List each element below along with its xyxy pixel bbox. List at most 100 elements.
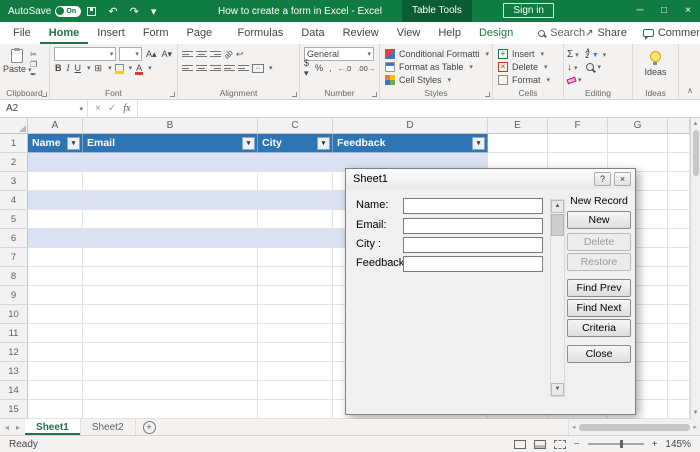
cell[interactable] bbox=[83, 248, 258, 267]
sheet-tab-sheet2[interactable]: Sheet2 bbox=[81, 419, 136, 435]
row-header-12[interactable]: 12 bbox=[0, 343, 28, 362]
row-header-4[interactable]: 4 bbox=[0, 191, 28, 210]
underline-button[interactable]: U bbox=[74, 63, 83, 73]
zoom-out-button[interactable]: − bbox=[574, 439, 580, 450]
row-header-9[interactable]: 9 bbox=[0, 286, 28, 305]
maximize-button[interactable]: □ bbox=[652, 0, 676, 22]
bold-button[interactable]: B bbox=[54, 63, 63, 73]
insert-function-icon[interactable]: fx bbox=[123, 103, 130, 114]
font-name-select[interactable]: ▾ bbox=[54, 47, 116, 61]
scroll-left-icon[interactable]: ◂ bbox=[572, 423, 576, 431]
format-painter-icon[interactable]: ✒ bbox=[30, 70, 37, 79]
font-size-select[interactable]: ▾ bbox=[119, 47, 142, 61]
sheet-nav-right-icon[interactable]: ▸ bbox=[16, 423, 20, 432]
close-button[interactable]: × bbox=[676, 0, 700, 22]
clipboard-dialog-launcher-icon[interactable] bbox=[42, 92, 47, 97]
cell[interactable] bbox=[28, 362, 83, 381]
cell-styles-button[interactable]: Cell Styles▾ bbox=[383, 73, 489, 86]
cell[interactable] bbox=[668, 286, 690, 305]
decrease-decimal-button[interactable]: .00→ bbox=[357, 64, 375, 73]
tab-data[interactable]: Data bbox=[292, 22, 333, 44]
insert-cells-button[interactable]: + Insert▾ bbox=[496, 47, 560, 60]
row-header-6[interactable]: 6 bbox=[0, 229, 28, 248]
number-format-select[interactable]: General▾ bbox=[304, 47, 374, 61]
collapse-ribbon-icon[interactable]: ∧ bbox=[687, 86, 693, 95]
dialog-title-bar[interactable]: Sheet1 ? × bbox=[346, 169, 635, 189]
record-scroll-thumb[interactable] bbox=[551, 214, 564, 236]
column-header-partial[interactable] bbox=[668, 118, 690, 134]
cell[interactable] bbox=[668, 191, 690, 210]
record-scroll-up-icon[interactable]: ▲ bbox=[551, 200, 564, 213]
feedback-field[interactable] bbox=[403, 256, 543, 272]
cell[interactable] bbox=[668, 210, 690, 229]
row-header-13[interactable]: 13 bbox=[0, 362, 28, 381]
tab-page-layout[interactable]: Page Layout bbox=[177, 22, 228, 44]
column-header-G[interactable]: G bbox=[608, 118, 668, 134]
scroll-right-icon[interactable]: ▸ bbox=[693, 423, 697, 431]
record-scroll-down-icon[interactable]: ▼ bbox=[551, 383, 564, 396]
row-header-11[interactable]: 11 bbox=[0, 324, 28, 343]
table-header-cell[interactable]: Email▾ bbox=[83, 134, 258, 153]
zoom-slider-thumb[interactable] bbox=[620, 440, 623, 448]
cell[interactable] bbox=[258, 229, 333, 248]
fill-color-dropdown-icon[interactable]: ▾ bbox=[129, 64, 133, 72]
font-dialog-launcher-icon[interactable] bbox=[170, 92, 175, 97]
cell[interactable] bbox=[258, 286, 333, 305]
city-field[interactable] bbox=[403, 237, 543, 253]
accounting-format-button[interactable]: $ ▾ bbox=[304, 58, 309, 79]
font-color-button[interactable]: A bbox=[135, 63, 143, 73]
format-cells-button[interactable]: Format▾ bbox=[496, 73, 560, 86]
cell[interactable] bbox=[83, 343, 258, 362]
cell[interactable] bbox=[83, 381, 258, 400]
redo-icon[interactable]: ↷ bbox=[130, 5, 139, 18]
cell[interactable] bbox=[83, 362, 258, 381]
cell[interactable] bbox=[258, 248, 333, 267]
cell[interactable] bbox=[668, 248, 690, 267]
cell[interactable] bbox=[258, 172, 333, 191]
cell[interactable] bbox=[258, 153, 333, 172]
row-header-15[interactable]: 15 bbox=[0, 400, 28, 419]
tab-insert[interactable]: Insert bbox=[88, 22, 134, 44]
select-all-corner[interactable] bbox=[0, 118, 28, 134]
enter-icon[interactable]: ✓ bbox=[108, 103, 116, 114]
cell[interactable] bbox=[668, 172, 690, 191]
tab-design[interactable]: Design bbox=[470, 22, 522, 44]
name-box[interactable]: A2 ▾ bbox=[0, 100, 88, 117]
cell[interactable] bbox=[83, 191, 258, 210]
align-left-button[interactable] bbox=[182, 64, 193, 73]
horizontal-scrollbar[interactable]: ◂ ▸ bbox=[568, 419, 700, 435]
cell[interactable] bbox=[668, 343, 690, 362]
filter-dropdown-button[interactable]: ▾ bbox=[317, 137, 330, 150]
cell[interactable] bbox=[258, 362, 333, 381]
criteria-button[interactable]: Criteria bbox=[567, 319, 631, 337]
cut-icon[interactable]: ✂ bbox=[30, 50, 37, 59]
wrap-text-button[interactable]: ↩ bbox=[236, 49, 244, 60]
number-dialog-launcher-icon[interactable] bbox=[372, 92, 377, 97]
align-center-button[interactable] bbox=[196, 64, 207, 73]
table-header-cell[interactable]: City▾ bbox=[258, 134, 333, 153]
clear-button[interactable]: ▾ bbox=[567, 74, 582, 86]
cell[interactable] bbox=[83, 267, 258, 286]
cell[interactable] bbox=[83, 324, 258, 343]
table-header-cell[interactable]: Feedback▾ bbox=[333, 134, 488, 153]
horizontal-scroll-thumb[interactable] bbox=[579, 424, 691, 431]
tab-formulas[interactable]: Formulas bbox=[229, 22, 293, 44]
page-break-view-button[interactable] bbox=[554, 440, 566, 449]
cell[interactable] bbox=[83, 400, 258, 419]
vertical-scrollbar[interactable]: ▲ ▼ bbox=[690, 118, 700, 419]
normal-view-button[interactable] bbox=[514, 440, 526, 449]
record-scrollbar[interactable]: ▲ ▼ bbox=[550, 199, 565, 397]
new-button[interactable]: New bbox=[567, 211, 631, 229]
tab-form[interactable]: Form bbox=[134, 22, 178, 44]
tab-review[interactable]: Review bbox=[334, 22, 388, 44]
cell[interactable] bbox=[83, 172, 258, 191]
cell[interactable] bbox=[258, 191, 333, 210]
column-header-F[interactable]: F bbox=[548, 118, 608, 134]
cell[interactable] bbox=[668, 267, 690, 286]
cell[interactable] bbox=[668, 134, 690, 153]
font-color-dropdown-icon[interactable]: ▾ bbox=[148, 64, 152, 72]
underline-dropdown-icon[interactable]: ▾ bbox=[87, 64, 91, 72]
row-header-2[interactable]: 2 bbox=[0, 153, 28, 172]
cell[interactable] bbox=[258, 343, 333, 362]
alignment-dialog-launcher-icon[interactable] bbox=[292, 92, 297, 97]
